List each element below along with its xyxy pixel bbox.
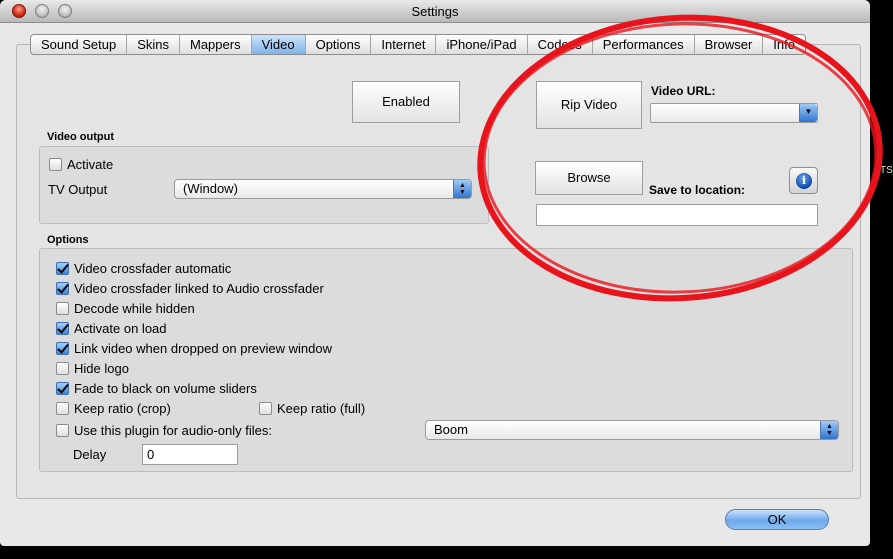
options-group-label: Options [47, 234, 89, 246]
tab-bar: Sound Setup Skins Mappers Video Options … [30, 34, 806, 55]
tab-sound-setup[interactable]: Sound Setup [31, 35, 128, 54]
tab-internet[interactable]: Internet [371, 35, 437, 54]
option-label: Use this plugin for audio-only files: [74, 423, 272, 438]
checkbox-box[interactable] [56, 262, 69, 275]
option-label: Video crossfader automatic [74, 261, 232, 276]
option-activate-on-load[interactable]: Activate on load [56, 321, 167, 336]
checkbox-box[interactable] [56, 362, 69, 375]
tab-browser[interactable]: Browser [695, 35, 764, 54]
title-bar[interactable]: Settings [0, 0, 870, 23]
option-label: Decode while hidden [74, 301, 195, 316]
tab-iphone-ipad[interactable]: iPhone/iPad [436, 35, 528, 54]
option-fade-to-black[interactable]: Fade to black on volume sliders [56, 381, 257, 396]
rip-video-button[interactable]: Rip Video [536, 81, 642, 129]
checkbox-box[interactable] [56, 302, 69, 315]
tab-skins[interactable]: Skins [127, 35, 180, 54]
checkbox-box[interactable] [56, 282, 69, 295]
option-label: Fade to black on volume sliders [74, 381, 257, 396]
delay-input[interactable]: 0 [142, 444, 238, 465]
audio-only-plugin-checkbox[interactable]: Use this plugin for audio-only files: [56, 423, 272, 438]
option-label: Keep ratio (crop) [74, 401, 171, 416]
audio-plugin-value: Boom [434, 422, 468, 437]
up-down-arrows-icon: ▲ ▼ [453, 180, 471, 198]
background-app-fragment: TS [880, 165, 893, 176]
tab-info[interactable]: Info [763, 35, 805, 54]
settings-window: Settings Sound Setup Skins Mappers Video… [0, 0, 870, 546]
tv-output-value: (Window) [183, 181, 238, 196]
option-crossfader-linked[interactable]: Video crossfader linked to Audio crossfa… [56, 281, 324, 296]
keep-ratio-crop-checkbox[interactable]: Keep ratio (crop) [56, 401, 171, 416]
activate-checkbox[interactable]: Activate [49, 157, 113, 172]
checkbox-box[interactable] [56, 342, 69, 355]
tab-mappers[interactable]: Mappers [180, 35, 252, 54]
video-url-combobox[interactable]: ▼ [650, 103, 818, 123]
save-location-label: Save to location: [649, 183, 746, 197]
option-label: Activate on load [74, 321, 167, 336]
video-url-label: Video URL: [651, 84, 716, 98]
window-zoom-button[interactable] [58, 4, 72, 18]
tab-options[interactable]: Options [306, 35, 372, 54]
option-decode-while-hidden[interactable]: Decode while hidden [56, 301, 195, 316]
info-icon: i [796, 173, 812, 189]
tab-performances[interactable]: Performances [593, 35, 695, 54]
checkbox-box[interactable] [259, 402, 272, 415]
option-label: Hide logo [74, 361, 129, 376]
ok-button[interactable]: OK [725, 509, 829, 530]
enabled-button[interactable]: Enabled [352, 81, 460, 123]
option-hide-logo[interactable]: Hide logo [56, 361, 129, 376]
option-link-video-dropped[interactable]: Link video when dropped on preview windo… [56, 341, 332, 356]
window-minimize-button[interactable] [35, 4, 49, 18]
option-label: Link video when dropped on preview windo… [74, 341, 332, 356]
tab-codecs[interactable]: Codecs [528, 35, 593, 54]
activate-checkbox-box[interactable] [49, 158, 62, 171]
save-location-field[interactable] [536, 204, 818, 226]
tab-video[interactable]: Video [251, 35, 306, 54]
checkbox-box[interactable] [56, 424, 69, 437]
audio-plugin-select[interactable]: Boom ▲ ▼ [425, 420, 839, 440]
keep-ratio-full-checkbox[interactable]: Keep ratio (full) [259, 401, 365, 416]
delay-label: Delay [73, 447, 107, 462]
activate-label: Activate [67, 157, 114, 172]
tv-output-select[interactable]: (Window) ▲ ▼ [174, 179, 472, 199]
checkbox-box[interactable] [56, 402, 69, 415]
video-output-group-label: Video output [47, 131, 115, 143]
checkbox-box[interactable] [56, 382, 69, 395]
checkbox-box[interactable] [56, 322, 69, 335]
option-label: Keep ratio (full) [277, 401, 366, 416]
tv-output-label: TV Output [48, 182, 108, 197]
window-close-button[interactable] [12, 4, 26, 18]
option-label: Video crossfader linked to Audio crossfa… [74, 281, 324, 296]
browse-button[interactable]: Browse [535, 161, 643, 195]
up-down-arrows-icon: ▲ ▼ [820, 421, 838, 439]
window-title: Settings [411, 4, 459, 19]
chevron-down-icon[interactable]: ▼ [799, 104, 817, 122]
option-video-crossfader-automatic[interactable]: Video crossfader automatic [56, 261, 231, 276]
info-button[interactable]: i [789, 167, 818, 194]
